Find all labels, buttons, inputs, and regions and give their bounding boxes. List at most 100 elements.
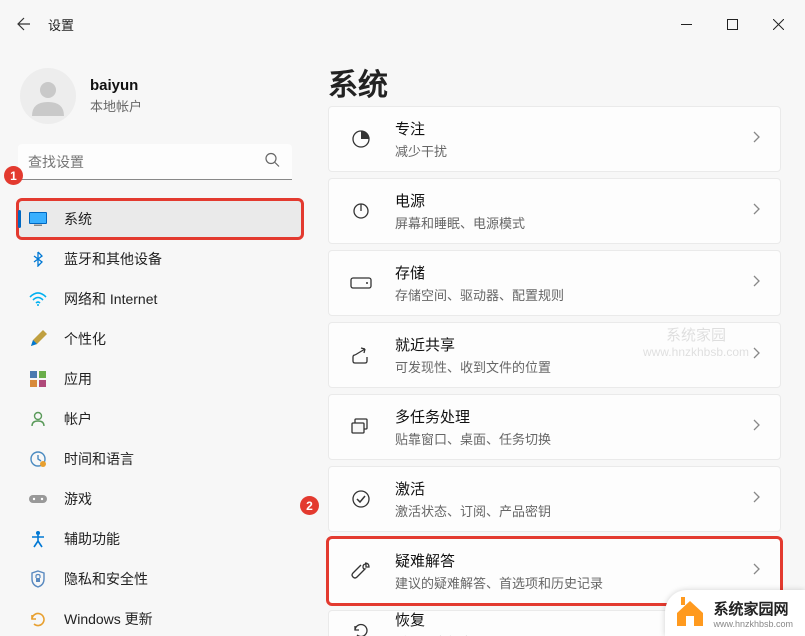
profile-section[interactable]: baiyun 本地帐户 bbox=[18, 60, 302, 144]
annotation-badge-1: 1 bbox=[4, 166, 23, 185]
titlebar: 设置 bbox=[0, 0, 805, 48]
gamepad-icon bbox=[28, 489, 48, 509]
card-title: 电源 bbox=[395, 190, 752, 211]
sidebar-item-personalization[interactable]: 个性化 bbox=[18, 320, 302, 358]
card-sub: 可发现性、收到文件的位置 bbox=[395, 357, 752, 376]
card-focus[interactable]: 专注 减少干扰 bbox=[328, 106, 781, 172]
back-button[interactable] bbox=[4, 4, 44, 44]
logo-badge: 系统家园网 www.hnzkhbsb.com bbox=[665, 590, 805, 636]
share-icon bbox=[349, 343, 373, 367]
bluetooth-icon bbox=[28, 249, 48, 269]
card-title: 疑难解答 bbox=[395, 550, 752, 571]
card-text: 电源 屏幕和睡眠、电源模式 bbox=[395, 190, 752, 232]
minimize-button[interactable] bbox=[663, 8, 709, 40]
content-area: 系统 专注 减少干扰 电源 屏幕和睡眠、电源模式 bbox=[310, 48, 805, 636]
sidebar-item-label: 个性化 bbox=[64, 329, 106, 349]
search-icon bbox=[264, 152, 280, 173]
chevron-right-icon bbox=[752, 418, 760, 436]
power-icon bbox=[349, 199, 373, 223]
card-activation[interactable]: 激活 激活状态、订阅、产品密钥 bbox=[328, 466, 781, 532]
sidebar: baiyun 本地帐户 系统 蓝牙和其他设备 网 bbox=[0, 48, 310, 636]
sidebar-item-system[interactable]: 系统 bbox=[18, 200, 302, 238]
card-text: 就近共享 可发现性、收到文件的位置 bbox=[395, 334, 752, 376]
window-controls bbox=[663, 8, 801, 40]
card-title: 多任务处理 bbox=[395, 406, 752, 427]
sidebar-item-label: Windows 更新 bbox=[64, 609, 153, 629]
avatar-icon bbox=[28, 76, 68, 116]
card-share[interactable]: 就近共享 可发现性、收到文件的位置 bbox=[328, 322, 781, 388]
back-arrow-icon bbox=[16, 16, 32, 32]
card-title: 激活 bbox=[395, 478, 752, 499]
search-input[interactable] bbox=[18, 144, 292, 180]
close-button[interactable] bbox=[755, 8, 801, 40]
page-title: 系统 bbox=[328, 60, 781, 104]
card-sub: 存储空间、驱动器、配置规则 bbox=[395, 285, 752, 304]
card-text: 激活 激活状态、订阅、产品密钥 bbox=[395, 478, 752, 520]
search-wrap bbox=[18, 144, 302, 180]
card-sub: 贴靠窗口、桌面、任务切换 bbox=[395, 429, 752, 448]
recovery-icon bbox=[349, 618, 373, 636]
profile-sub: 本地帐户 bbox=[90, 96, 142, 115]
card-text: 专注 减少干扰 bbox=[395, 118, 752, 160]
card-text: 存储 存储空间、驱动器、配置规则 bbox=[395, 262, 752, 304]
sidebar-item-privacy[interactable]: 隐私和安全性 bbox=[18, 560, 302, 598]
sidebar-item-label: 隐私和安全性 bbox=[64, 569, 148, 589]
wifi-icon bbox=[28, 289, 48, 309]
card-text: 疑难解答 建议的疑难解答、首选项和历史记录 bbox=[395, 550, 752, 592]
sidebar-item-label: 系统 bbox=[64, 209, 92, 229]
chevron-right-icon bbox=[752, 490, 760, 508]
apps-icon bbox=[28, 369, 48, 389]
account-icon bbox=[28, 409, 48, 429]
profile-name: baiyun bbox=[90, 77, 142, 94]
card-title: 就近共享 bbox=[395, 334, 752, 355]
check-icon bbox=[349, 487, 373, 511]
chevron-right-icon bbox=[752, 130, 760, 148]
sidebar-item-label: 帐户 bbox=[64, 409, 92, 429]
sidebar-item-label: 时间和语言 bbox=[64, 449, 134, 469]
window-title: 设置 bbox=[48, 15, 74, 34]
multitask-icon bbox=[349, 415, 373, 439]
chevron-right-icon bbox=[752, 202, 760, 220]
sidebar-item-network[interactable]: 网络和 Internet bbox=[18, 280, 302, 318]
close-icon bbox=[773, 19, 784, 30]
chevron-right-icon bbox=[752, 274, 760, 292]
card-sub: 激活状态、订阅、产品密钥 bbox=[395, 501, 752, 520]
sidebar-item-update[interactable]: Windows 更新 bbox=[18, 600, 302, 636]
sidebar-item-gaming[interactable]: 游戏 bbox=[18, 480, 302, 518]
card-power[interactable]: 电源 屏幕和睡眠、电源模式 bbox=[328, 178, 781, 244]
maximize-button[interactable] bbox=[709, 8, 755, 40]
sidebar-item-label: 蓝牙和其他设备 bbox=[64, 249, 162, 269]
card-multitask[interactable]: 多任务处理 贴靠窗口、桌面、任务切换 bbox=[328, 394, 781, 460]
storage-icon bbox=[349, 271, 373, 295]
card-storage[interactable]: 存储 存储空间、驱动器、配置规则 bbox=[328, 250, 781, 316]
sidebar-item-label: 游戏 bbox=[64, 489, 92, 509]
card-text: 多任务处理 贴靠窗口、桌面、任务切换 bbox=[395, 406, 752, 448]
chevron-right-icon bbox=[752, 562, 760, 580]
card-sub: 减少干扰 bbox=[395, 141, 752, 160]
sidebar-item-time[interactable]: 时间和语言 bbox=[18, 440, 302, 478]
chevron-right-icon bbox=[752, 346, 760, 364]
sidebar-item-label: 辅助功能 bbox=[64, 529, 120, 549]
sidebar-item-apps[interactable]: 应用 bbox=[18, 360, 302, 398]
card-title: 专注 bbox=[395, 118, 752, 139]
sidebar-item-bluetooth[interactable]: 蓝牙和其他设备 bbox=[18, 240, 302, 278]
profile-text: baiyun 本地帐户 bbox=[90, 77, 142, 115]
card-sub: 屏幕和睡眠、电源模式 bbox=[395, 213, 752, 232]
sidebar-item-label: 应用 bbox=[64, 369, 92, 389]
main-area: baiyun 本地帐户 系统 蓝牙和其他设备 网 bbox=[0, 48, 805, 636]
shield-icon bbox=[28, 569, 48, 589]
sidebar-item-label: 网络和 Internet bbox=[64, 289, 157, 309]
logo-sub: www.hnzkhbsb.com bbox=[713, 619, 793, 629]
avatar bbox=[20, 68, 76, 124]
sidebar-item-accessibility[interactable]: 辅助功能 bbox=[18, 520, 302, 558]
annotation-badge-2: 2 bbox=[300, 496, 319, 515]
system-icon bbox=[28, 209, 48, 229]
focus-icon bbox=[349, 127, 373, 151]
sidebar-item-accounts[interactable]: 帐户 bbox=[18, 400, 302, 438]
logo-text: 系统家园网 bbox=[713, 598, 793, 619]
accessibility-icon bbox=[28, 529, 48, 549]
brush-icon bbox=[28, 329, 48, 349]
house-icon bbox=[673, 596, 707, 630]
card-title: 存储 bbox=[395, 262, 752, 283]
clock-icon bbox=[28, 449, 48, 469]
